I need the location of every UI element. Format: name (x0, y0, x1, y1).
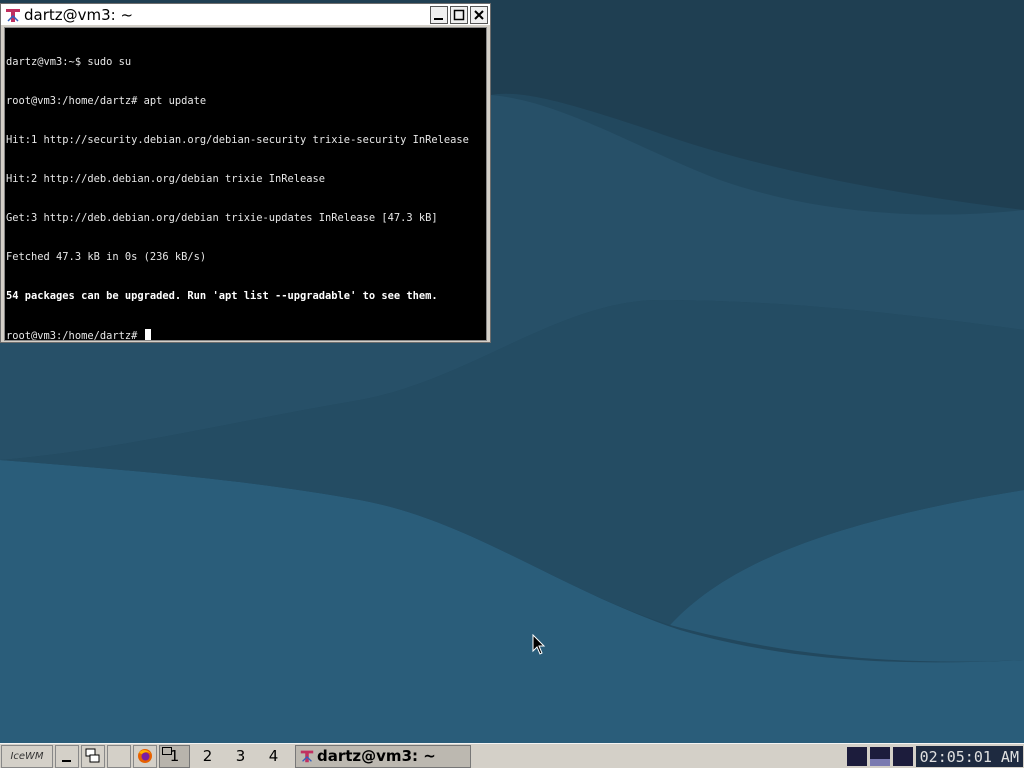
terminal-line: dartz@vm3:~$ sudo su (6, 56, 132, 68)
terminal-line: root@vm3:/home/dartz# apt update (6, 95, 207, 107)
minimize-icon (434, 17, 443, 20)
terminal-app-icon (300, 750, 314, 763)
minimize-all-icon (62, 760, 71, 762)
workspace-3-button[interactable]: 3 (225, 745, 256, 768)
system-tray: 02:05:01 AM (846, 744, 1024, 768)
cpu-monitor-1[interactable] (846, 747, 867, 766)
workspace-label: 2 (202, 747, 213, 765)
terminal-line: 54 packages can be upgraded. Run 'apt li… (6, 290, 438, 302)
mouse-pointer-icon (532, 634, 546, 655)
terminal-line: Fetched 47.3 kB in 0s (236 kB/s) (6, 251, 207, 263)
terminal-prompt: root@vm3:/home/dartz# (6, 330, 144, 341)
terminal-app-icon (4, 5, 22, 24)
firefox-icon (138, 749, 152, 763)
clock[interactable]: 02:05:01 AM (915, 746, 1023, 767)
window-list-icon (85, 748, 100, 763)
workspace-label: 4 (268, 747, 279, 765)
close-icon (474, 9, 484, 20)
terminal-window[interactable]: dartz@vm3: ~ dartz@vm3:~$ sudo su root@v… (0, 3, 491, 343)
workspace-2-button[interactable]: 2 (192, 745, 223, 768)
taskbar-task-terminal[interactable]: dartz@vm3: ~ (295, 744, 471, 768)
terminal-line: Hit:2 http://deb.debian.org/debian trixi… (6, 173, 326, 185)
terminal-output[interactable]: dartz@vm3:~$ sudo su root@vm3:/home/dart… (4, 27, 487, 341)
window-list-button[interactable] (81, 744, 105, 768)
window-title: dartz@vm3: ~ (24, 5, 134, 24)
taskbar: IceWM 1 2 3 4 dartz@vm3: ~ 02:05:01 AM (0, 743, 1024, 768)
firefox-launcher-button[interactable] (133, 744, 157, 768)
start-menu-label: IceWM (10, 750, 44, 762)
minimize-button[interactable] (430, 5, 448, 24)
terminal-prompt-line[interactable]: root@vm3:/home/dartz# (6, 329, 485, 341)
window-titlebar[interactable]: dartz@vm3: ~ (1, 4, 490, 25)
terminal-line: Hit:1 http://security.debian.org/debian-… (6, 134, 469, 146)
maximize-icon (453, 9, 465, 20)
maximize-button[interactable] (450, 5, 468, 24)
cpu-monitor-2[interactable] (869, 747, 890, 766)
start-menu-button[interactable]: IceWM (1, 744, 53, 768)
workspace-label: 3 (235, 747, 246, 765)
blank-launcher-button[interactable] (107, 744, 131, 768)
cpu-monitor-3[interactable] (892, 747, 913, 766)
workspace-4-button[interactable]: 4 (258, 745, 289, 768)
workspace-1-button[interactable]: 1 (159, 744, 190, 768)
cpu-monitor-fill (869, 759, 890, 766)
text-cursor (144, 329, 151, 340)
close-button[interactable] (470, 5, 488, 24)
minimize-all-button[interactable] (55, 744, 79, 768)
taskbar-task-label: dartz@vm3: ~ (317, 747, 436, 765)
terminal-line: Get:3 http://deb.debian.org/debian trixi… (6, 212, 438, 224)
workspace-window-icon (162, 746, 172, 755)
